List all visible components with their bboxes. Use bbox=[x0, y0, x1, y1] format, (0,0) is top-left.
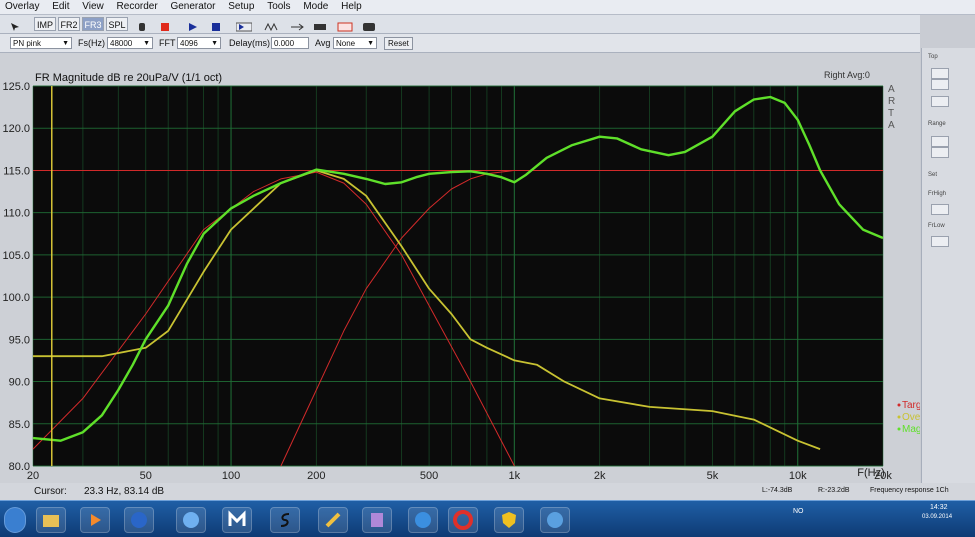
x-tick-label: 2k bbox=[594, 470, 606, 482]
frequency-response-chart[interactable]: 80.085.090.095.0100.0105.0110.0115.0120.… bbox=[0, 0, 920, 490]
cursor-label: Cursor: bbox=[34, 486, 67, 497]
side-letter: A bbox=[888, 84, 895, 95]
x-tick-label: 500 bbox=[420, 470, 438, 482]
plot-background bbox=[33, 86, 883, 466]
x-tick-label: 50 bbox=[140, 470, 152, 482]
x-tick-label: 1k bbox=[509, 470, 521, 482]
y-tick-label: 95.0 bbox=[9, 334, 30, 346]
top-up-button[interactable] bbox=[931, 68, 949, 79]
s-app-taskbar-icon[interactable] bbox=[270, 507, 300, 533]
left-level: L:-74.3dB bbox=[762, 487, 793, 494]
side-letter: R bbox=[888, 96, 895, 107]
x-tick-label: 100 bbox=[222, 470, 240, 482]
top-fit-button[interactable] bbox=[931, 96, 949, 107]
y-tick-label: 105.0 bbox=[2, 250, 30, 262]
y-tick-label: 100.0 bbox=[2, 292, 30, 304]
y-tick-label: 125.0 bbox=[2, 81, 30, 93]
side-label-set[interactable]: Set bbox=[928, 172, 937, 178]
clock-date[interactable]: 03.09.2014 bbox=[922, 514, 952, 520]
side-label-frhigh: FrHigh bbox=[928, 191, 947, 197]
security-taskbar-icon[interactable] bbox=[494, 507, 524, 533]
cursor-readout: 23.3 Hz, 83.14 dB bbox=[84, 486, 165, 497]
x-tick-label: 200 bbox=[307, 470, 325, 482]
y-tick-label: 120.0 bbox=[2, 123, 30, 135]
y-tick-label: 90.0 bbox=[9, 377, 30, 389]
windows-taskbar: NO 14:32 03.09.2014 bbox=[0, 500, 975, 537]
side-label-range: Range bbox=[928, 121, 946, 127]
language-indicator[interactable]: NO bbox=[793, 508, 804, 515]
status-bar: Cursor: 23.3 Hz, 83.14 dB L:-74.3dB R:-2… bbox=[0, 483, 975, 500]
hp-taskbar-icon[interactable] bbox=[124, 507, 154, 533]
tools-taskbar-icon[interactable] bbox=[318, 507, 348, 533]
legend-marker bbox=[897, 427, 901, 431]
itunes-taskbar-icon[interactable] bbox=[176, 507, 206, 533]
side-letter: T bbox=[888, 108, 894, 119]
legend-entry-over[interactable]: Over bbox=[902, 412, 920, 423]
x-tick-label: 20 bbox=[27, 470, 39, 482]
side-label-top: Top bbox=[928, 54, 938, 60]
y-tick-label: 85.0 bbox=[9, 419, 30, 431]
side-label-frlow: FrLow bbox=[928, 223, 945, 229]
legend-marker bbox=[897, 403, 901, 407]
range-down-button[interactable] bbox=[931, 147, 949, 158]
start-button[interactable] bbox=[4, 507, 26, 533]
legend-entry-targ[interactable]: Targ bbox=[902, 400, 920, 411]
legend-marker bbox=[897, 415, 901, 419]
right-level: R:-23.2dB bbox=[818, 487, 850, 494]
frhigh-button[interactable] bbox=[931, 204, 949, 215]
m-app-taskbar-icon[interactable] bbox=[222, 507, 252, 533]
x-tick-label: 5k bbox=[707, 470, 719, 482]
side-letter: A bbox=[888, 120, 895, 131]
range-up-button[interactable] bbox=[931, 136, 949, 147]
x-axis-label: F(Hz) bbox=[857, 467, 885, 479]
archive-taskbar-icon[interactable] bbox=[362, 507, 392, 533]
mode-status: Frequency response 1Ch bbox=[870, 487, 949, 494]
legend-entry-magn[interactable]: Magn bbox=[902, 424, 920, 435]
clock-time[interactable]: 14:32 bbox=[930, 504, 948, 511]
media-taskbar-icon[interactable] bbox=[80, 507, 110, 533]
x-tick-label: 10k bbox=[789, 470, 807, 482]
opera-taskbar-icon[interactable] bbox=[448, 507, 478, 533]
frlow-button[interactable] bbox=[931, 236, 949, 247]
y-tick-label: 115.0 bbox=[3, 165, 30, 177]
y-tick-label: 110.0 bbox=[3, 208, 30, 220]
explorer-taskbar-icon[interactable] bbox=[36, 507, 66, 533]
side-panel: Top Range Set FrHigh FrLow bbox=[921, 48, 975, 500]
browser-taskbar-icon[interactable] bbox=[408, 507, 438, 533]
top-down-button[interactable] bbox=[931, 79, 949, 90]
network-taskbar-icon[interactable] bbox=[540, 507, 570, 533]
